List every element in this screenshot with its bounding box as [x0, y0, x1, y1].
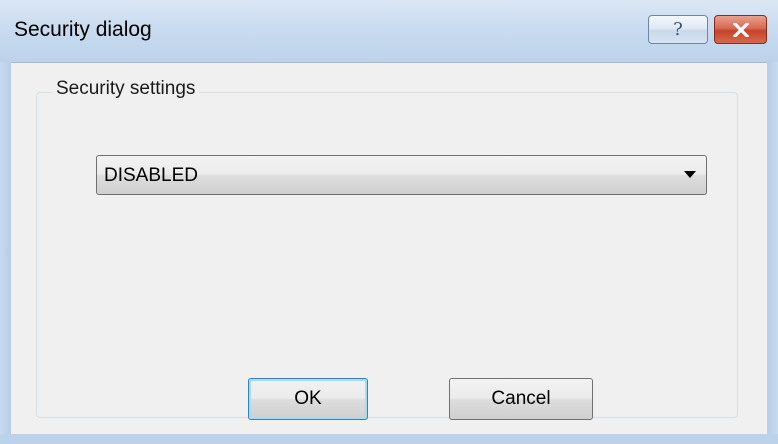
dialog-client-area: Security settings DISABLED OK Cancel: [11, 62, 767, 434]
ok-button[interactable]: OK: [248, 378, 368, 420]
window-title: Security dialog: [14, 18, 152, 41]
cancel-button[interactable]: Cancel: [449, 378, 593, 420]
chevron-down-icon[interactable]: [684, 171, 696, 178]
title-bar[interactable]: Security dialog ?: [0, 0, 778, 62]
close-icon: [732, 22, 749, 37]
security-mode-select[interactable]: DISABLED: [96, 155, 707, 195]
group-label: Security settings: [52, 78, 200, 100]
help-icon: ?: [673, 19, 683, 40]
security-dialog-window: Security dialog ? Security settings DISA…: [0, 0, 778, 444]
help-button[interactable]: ?: [648, 15, 708, 44]
window-frame-bottom: [0, 434, 778, 444]
close-button[interactable]: [714, 15, 767, 44]
security-settings-group: Security settings DISABLED OK Cancel: [36, 78, 738, 420]
select-value: DISABLED: [104, 165, 198, 186]
window-frame-right: [767, 62, 778, 444]
window-frame-left: [0, 62, 11, 444]
